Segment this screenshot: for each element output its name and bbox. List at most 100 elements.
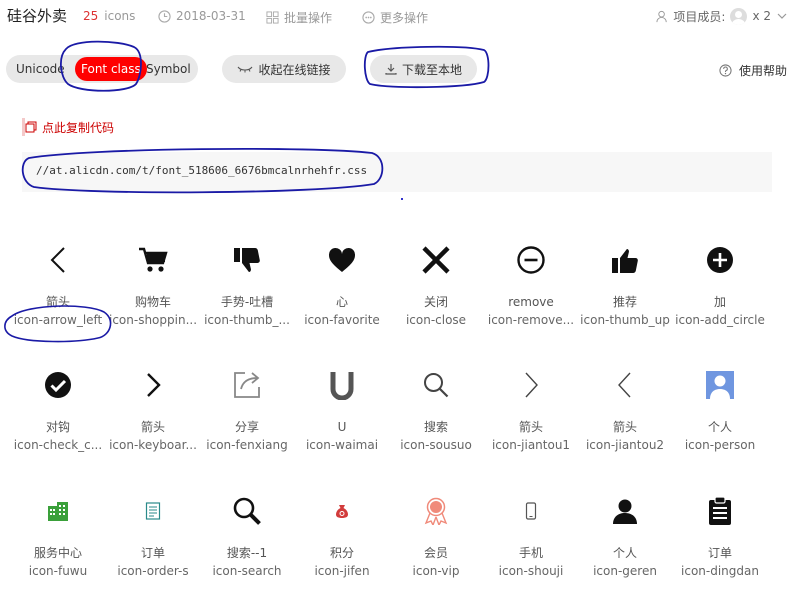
icon-card[interactable]: 箭头 icon-keyboar... [106,361,200,453]
shopping-cart-icon [106,236,200,284]
batch-ops-button[interactable]: 批量操作 [266,9,332,26]
icon-name: 箭头 [140,420,165,434]
icon-card[interactable]: 个人 icon-person [673,361,767,453]
icon-card[interactable]: Uicon-waimai [295,361,389,453]
batch-ops-label: 批量操作 [284,11,333,25]
icon-card[interactable]: 订单 icon-order-s [106,487,200,579]
icon-name: 推荐 [612,295,637,309]
icon-card[interactable]: 搜索 icon-sousuo [389,361,483,453]
chevron-left-thin-icon [578,361,672,409]
icon-name: 箭头 [612,420,637,434]
header: 硅谷外卖 25 icons 2018-03-31 批量操作 更多操作 项目成员: … [0,0,793,34]
icon-card[interactable]: 对钩 icon-check_c... [11,361,105,453]
icon-card[interactable]: 推荐 icon-thumb_up [578,236,672,328]
date-info: 2018-03-31 [158,9,246,23]
icon-card[interactable]: 会员 icon-vip [389,487,483,579]
icon-name: 搜索--1 [226,546,268,560]
icon-class-name: icon-jiantou2 [585,438,665,452]
vip-badge-icon [389,487,483,535]
help-label: 使用帮助 [738,64,787,78]
icon-card[interactable]: 购物车 icon-shoppin... [106,236,200,328]
icon-class-name: icon-jifen [314,564,370,578]
icon-class-name: icon-geren [593,564,657,578]
more-ops-button[interactable]: 更多操作 [362,9,428,26]
icon-count-number: 25 [83,9,99,23]
tab-font-class[interactable]: Font class [75,57,147,81]
project-members[interactable]: 项目成员: x 2 [656,6,787,26]
icon-class-name: icon-fuwu [28,564,88,578]
icon-name: 购物车 [134,295,171,309]
check-circle-icon [11,361,105,409]
help-link[interactable]: 使用帮助 [719,62,787,79]
add-circle-icon [673,236,767,284]
icon-card[interactable]: 手机 icon-shouji [484,487,578,579]
arrow-left-icon [11,236,105,284]
icon-card[interactable]: 个人 icon-geren [578,487,672,579]
search-icon [389,361,483,409]
icon-name: 心 [335,295,348,309]
icon-card[interactable]: 手势-吐槽 icon-thumb_... [200,236,294,328]
avatar [730,7,748,25]
icon-class-name: icon-search [212,564,282,578]
search-bold-icon [200,487,294,535]
icon-name: 手势-吐槽 [220,295,274,309]
download-local-label: 下载至本地 [401,62,462,77]
css-url[interactable]: //at.alicdn.com/t/font_518606_6676bmcaln… [36,164,367,177]
tab-symbol[interactable]: Symbol [146,55,191,83]
phone-icon [484,487,578,535]
icon-card[interactable]: 箭头 icon-jiantou1 [484,361,578,453]
icon-name: 关闭 [423,295,448,309]
icon-class-name: icon-close [405,313,467,327]
code-box: //at.alicdn.com/t/font_518606_6676bmcaln… [22,152,772,192]
copy-code-label: 点此复制代码 [42,120,115,135]
icon-name: 订单 [140,546,165,560]
icon-card[interactable]: 订单 icon-dingdan [673,487,767,579]
icon-name: 分享 [234,420,259,434]
icon-class-name: icon-sousuo [400,438,472,452]
icon-class-name: icon-favorite [304,313,380,327]
icon-name: remove [508,295,554,309]
icon-name: 对钩 [45,420,70,434]
order-doc-icon [106,487,200,535]
icon-class-name: icon-keyboar... [109,438,197,452]
icon-card[interactable]: 积分 icon-jifen [295,487,389,579]
icon-class-name: icon-remove... [487,313,575,327]
icon-name: 加 [713,295,726,309]
icon-count-unit: icons [104,9,136,23]
remove-circle-icon [484,236,578,284]
icon-card[interactable]: 心 icon-favorite [295,236,389,328]
collapse-online-link-button[interactable]: 收起在线链接 [222,55,346,83]
share-icon [200,361,294,409]
icon-name: 箭头 [45,295,70,309]
icon-class-name: icon-shouji [498,564,564,578]
tab-unicode[interactable]: Unicode [16,55,65,83]
icon-name: 搜索 [423,420,448,434]
icon-card[interactable]: 箭头 icon-arrow_left [11,236,105,328]
icon-card[interactable]: 服务中心 icon-fuwu [11,487,105,579]
icon-count: 25 icons [83,9,135,23]
members-count: x 2 [752,9,771,23]
chevron-down-icon [777,13,787,19]
download-local-button[interactable]: 下载至本地 [370,55,477,83]
points-bag-icon [295,487,389,535]
icon-card[interactable]: 箭头 icon-jiantou2 [578,361,672,453]
icon-class-name: icon-fenxiang [206,438,288,452]
icon-name: 个人 [612,546,637,560]
icon-card[interactable]: 加 icon-add_circle [673,236,767,328]
copy-code-link[interactable]: 点此复制代码 [22,118,114,136]
icon-class-name: icon-waimai [305,438,379,452]
icon-card[interactable]: 搜索--1 icon-search [200,487,294,579]
format-tabs: Unicode Font class Symbol [6,55,198,83]
icon-class-name: icon-check_c... [13,438,103,452]
heart-icon [295,236,389,284]
members-label: 项目成员: [673,9,726,24]
icon-name: U [337,420,347,434]
icon-card[interactable]: 分享 icon-fenxiang [200,361,294,453]
building-icon [11,487,105,535]
chevron-right-icon [106,361,200,409]
icon-card[interactable]: remove icon-remove... [484,236,578,328]
icon-class-name: icon-vip [412,564,460,578]
help-icon [719,64,732,77]
icon-card[interactable]: 关闭 icon-close [389,236,483,328]
icon-class-name: icon-thumb_... [204,313,290,327]
